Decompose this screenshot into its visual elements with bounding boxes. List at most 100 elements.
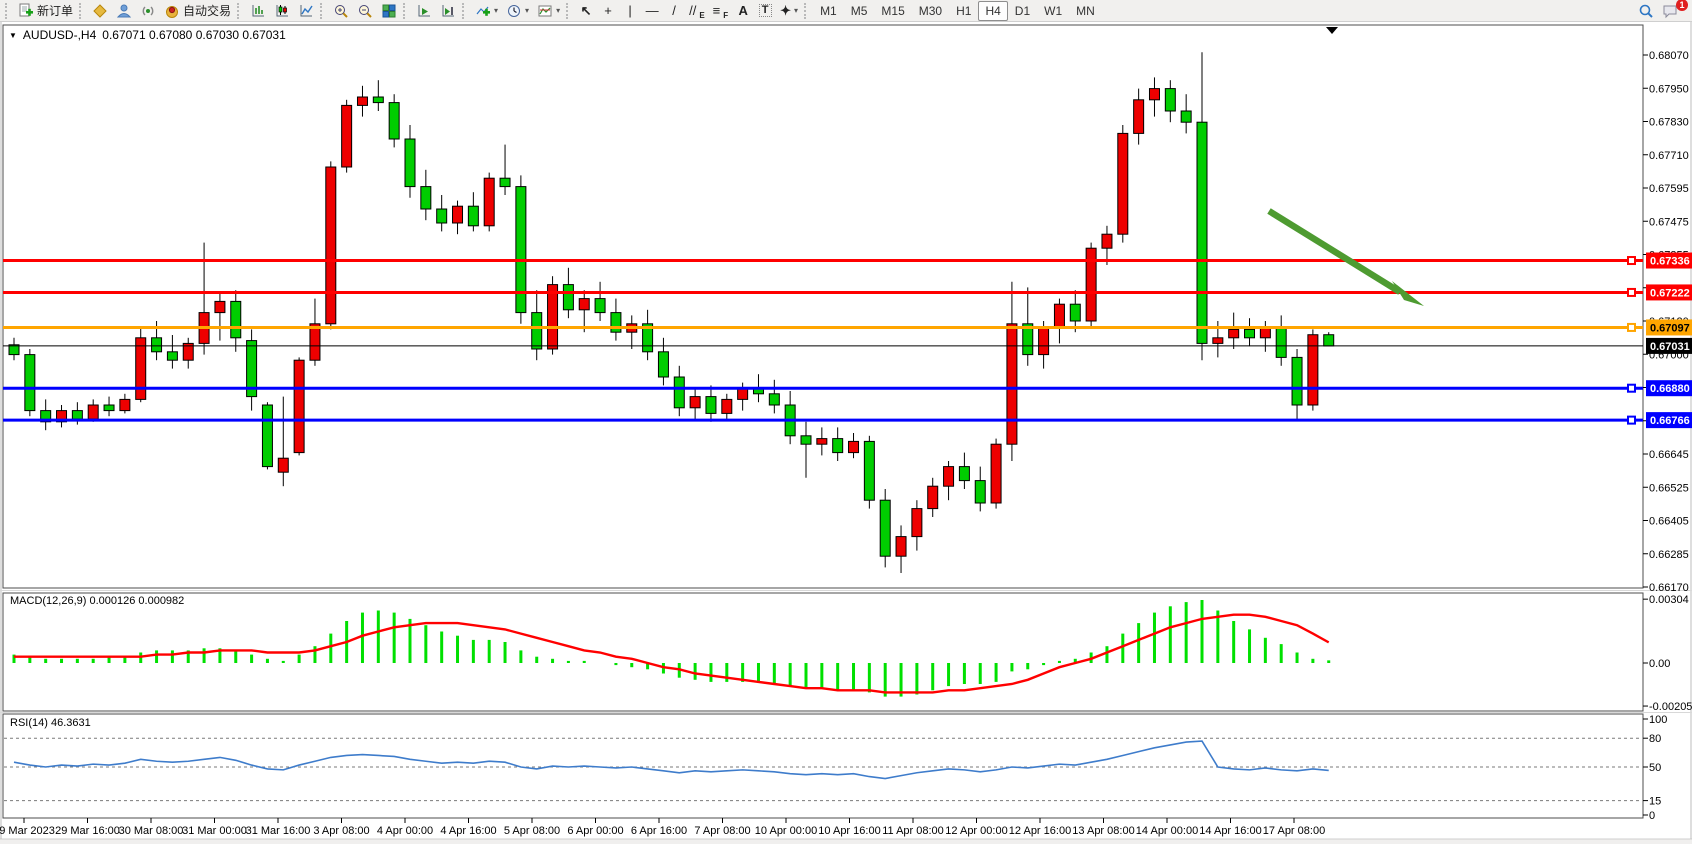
toolbar-grip[interactable] <box>403 3 408 19</box>
candle-body <box>342 105 352 167</box>
toolbar-grip[interactable] <box>320 3 325 19</box>
cursor-tool[interactable]: ↖ <box>575 1 597 21</box>
notifications-button[interactable]: 1 <box>1658 1 1683 21</box>
timeframe-m30-button[interactable]: M30 <box>912 1 949 21</box>
line-handle[interactable] <box>1628 289 1635 296</box>
timeframe-m5-button[interactable]: M5 <box>844 1 875 21</box>
line-chart-icon <box>298 3 314 19</box>
candle-body <box>326 167 336 324</box>
line-chart-button[interactable] <box>294 1 318 21</box>
main-price-panel[interactable] <box>3 25 1643 588</box>
timeframe-h4-button[interactable]: H4 <box>978 1 1007 21</box>
bar-chart-button[interactable] <box>246 1 270 21</box>
symbol-period-label: AUDUSD-,H4 <box>23 28 96 42</box>
candle-body <box>959 467 969 481</box>
toolbar-grip[interactable] <box>566 3 571 19</box>
new-order-icon <box>18 3 34 19</box>
trendline-tool[interactable]: / <box>663 1 685 21</box>
candle-body <box>769 394 779 405</box>
search-button[interactable] <box>1634 1 1658 21</box>
main-toolbar: 新订单 自动交易 <box>0 0 1692 22</box>
candle-body <box>294 360 304 452</box>
time-axis-label: 29 Mar 2023 <box>0 825 55 837</box>
candle-body <box>500 178 510 186</box>
toolbar-grip[interactable] <box>804 3 809 19</box>
time-axis-label: 14 Apr 00:00 <box>1136 825 1198 837</box>
mt4-window: 新订单 自动交易 <box>0 0 1692 844</box>
time-axis-label: 12 Apr 16:00 <box>1009 825 1071 837</box>
new-order-button[interactable]: 新订单 <box>14 1 77 21</box>
time-axis-label: 4 Apr 16:00 <box>440 825 496 837</box>
new-order-label: 新订单 <box>37 2 73 19</box>
fibonacci-tool[interactable]: ≡F <box>709 1 732 21</box>
time-axis-label: 29 Mar 16:00 <box>55 825 120 837</box>
signal-icon <box>140 3 156 19</box>
vertical-line-tool[interactable]: | <box>619 1 641 21</box>
chart-shift-button[interactable] <box>436 1 460 21</box>
indicators-button[interactable]: ▾ <box>471 1 502 21</box>
line-handle[interactable] <box>1628 257 1635 264</box>
macd-panel[interactable] <box>3 593 1643 711</box>
timeframe-h1-button[interactable]: H1 <box>949 1 978 21</box>
timeframe-m1-button[interactable]: M1 <box>813 1 844 21</box>
zoom-in-button[interactable] <box>329 1 353 21</box>
candle-body <box>1165 89 1175 111</box>
periods-button[interactable]: ▾ <box>502 1 533 21</box>
line-handle[interactable] <box>1628 417 1635 424</box>
candle-body <box>310 324 320 360</box>
candle-body <box>991 444 1001 503</box>
candle-body <box>611 313 621 333</box>
toolbar-grip[interactable] <box>5 3 10 19</box>
candle-body <box>674 377 684 408</box>
candlestick-chart-icon <box>274 3 290 19</box>
line-handle[interactable] <box>1628 385 1635 392</box>
text-label-tool[interactable]: T <box>754 1 776 21</box>
candle-body <box>1134 100 1144 134</box>
price-axis-label: 0.66405 <box>1649 516 1689 528</box>
price-axis-label: 0.67595 <box>1649 183 1689 195</box>
current-price-tag: 0.67031 <box>1646 338 1692 354</box>
macd-axis-label: 0.00 <box>1649 658 1670 670</box>
crosshair-tool[interactable]: + <box>597 1 619 21</box>
auto-trading-label: 自动交易 <box>183 2 231 19</box>
price-tag: 0.67336 <box>1646 253 1692 269</box>
templates-button[interactable]: ▾ <box>533 1 564 21</box>
toolbar-grip[interactable] <box>79 3 84 19</box>
zoom-out-button[interactable] <box>353 1 377 21</box>
timeframe-w1-button[interactable]: W1 <box>1037 1 1069 21</box>
candle-body <box>975 481 985 503</box>
candle-body <box>548 285 558 349</box>
chart-canvas[interactable]: 0.680700.679500.678300.677100.675950.674… <box>0 0 1692 844</box>
line-handle[interactable] <box>1628 324 1635 331</box>
candle-body <box>1039 327 1049 355</box>
tile-windows-button[interactable] <box>377 1 401 21</box>
timeframe-m15-button[interactable]: M15 <box>874 1 911 21</box>
candle-body <box>706 397 716 414</box>
time-axis-label: 12 Apr 00:00 <box>945 825 1007 837</box>
auto-scroll-button[interactable] <box>412 1 436 21</box>
auto-trading-button[interactable]: 自动交易 <box>160 1 235 21</box>
rsi-panel[interactable] <box>3 714 1643 818</box>
horizontal-line-tool[interactable]: — <box>641 1 663 21</box>
favorites-button[interactable] <box>88 1 112 21</box>
timeframe-d1-button[interactable]: D1 <box>1008 1 1037 21</box>
candle-body <box>152 338 162 352</box>
text-tool[interactable]: A <box>732 1 754 21</box>
candle-body <box>215 301 225 312</box>
timeframe-mn-button[interactable]: MN <box>1069 1 1102 21</box>
candle-body <box>484 178 494 226</box>
candle-body <box>563 285 573 310</box>
collapse-triangle-icon[interactable]: ▼ <box>9 31 17 40</box>
candle-body <box>25 355 35 411</box>
equidistant-channel-tool[interactable]: //E <box>685 1 709 21</box>
candle-body <box>1324 335 1334 346</box>
toolbar-grip[interactable] <box>237 3 242 19</box>
clock-icon <box>506 3 522 19</box>
candlestick-chart-button[interactable] <box>270 1 294 21</box>
toolbar-grip[interactable] <box>462 3 467 19</box>
price-tag: 0.67097 <box>1646 319 1692 335</box>
profile-button[interactable] <box>112 1 136 21</box>
signals-button[interactable] <box>136 1 160 21</box>
shapes-tool[interactable]: ✦▾ <box>776 1 802 21</box>
gold-diamond-icon <box>92 3 108 19</box>
